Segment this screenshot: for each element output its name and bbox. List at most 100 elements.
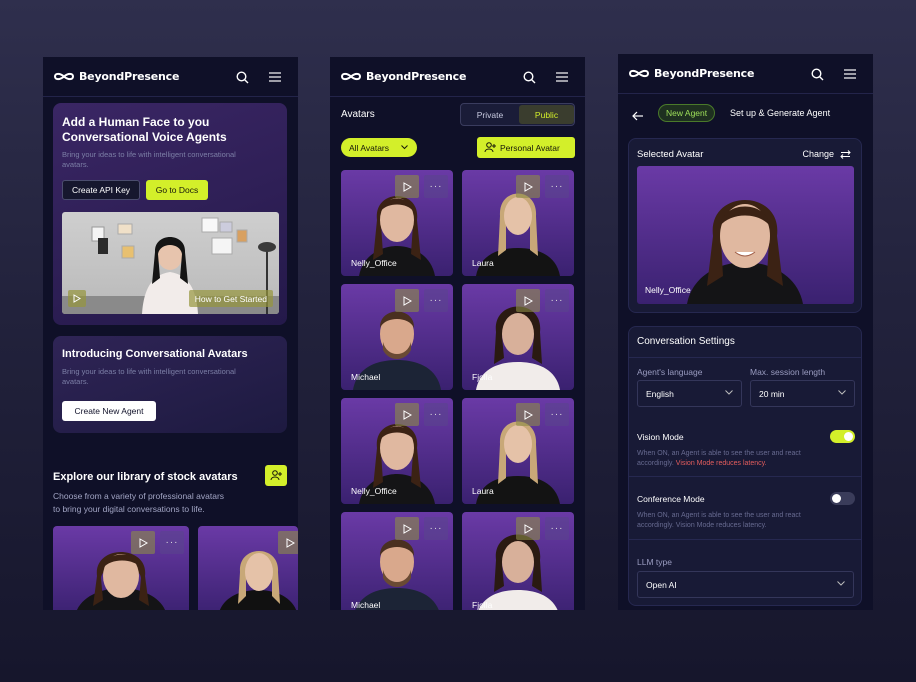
hamburger-menu-icon[interactable] <box>554 69 570 85</box>
language-select[interactable]: English <box>637 380 742 407</box>
more-dots-icon[interactable]: ··· <box>424 289 448 312</box>
all-avatars-filter[interactable]: All Avatars <box>341 138 417 157</box>
vision-mode-label: Vision Mode <box>637 432 684 442</box>
intro-sub-line2: avatars. <box>62 377 89 386</box>
search-icon[interactable] <box>521 69 537 85</box>
chevron-down-icon <box>401 145 408 150</box>
chevron-down-icon <box>837 581 845 586</box>
avatar-name: Fjolla <box>472 600 493 610</box>
conference-mode-toggle[interactable] <box>830 492 855 505</box>
play-icon[interactable] <box>68 290 86 307</box>
header: BeyondPresence <box>330 57 585 97</box>
change-avatar-button[interactable]: Change <box>802 149 851 159</box>
play-icon[interactable] <box>395 289 419 312</box>
hamburger-menu-icon[interactable] <box>842 66 858 82</box>
avatar-name: Nelly_Office <box>351 258 397 268</box>
hamburger-menu-icon[interactable] <box>267 69 283 85</box>
avatar-tile[interactable]: ··· Laura <box>462 170 574 276</box>
video-label[interactable]: How to Get Started <box>188 290 273 307</box>
agent-setup-title: Set up & Generate Agent <box>730 108 831 118</box>
explore-title: Explore our library of stock avatars <box>53 471 238 483</box>
divider <box>629 539 861 540</box>
play-icon[interactable] <box>516 289 540 312</box>
avatar-tile[interactable]: ··· Nelly_Office <box>341 170 453 276</box>
infinity-logo-icon <box>340 72 362 81</box>
stock-avatar-tile[interactable] <box>198 526 298 610</box>
avatar-tile[interactable]: ··· Michael <box>341 284 453 390</box>
play-icon[interactable] <box>516 175 540 198</box>
more-dots-icon[interactable]: ··· <box>545 403 569 426</box>
vision-desc-line2: accordingly. <box>637 460 676 467</box>
intro-title: Introducing Conversational Avatars <box>62 348 248 360</box>
personal-avatar-label: Personal Avatar <box>500 142 560 153</box>
language-label: Agent's language <box>637 367 703 377</box>
session-length-select[interactable]: 20 min <box>750 380 855 407</box>
hero-sub-line2: avatars. <box>62 160 89 169</box>
avatar-name: Michael <box>351 600 381 610</box>
more-dots-icon[interactable]: ··· <box>545 175 569 198</box>
more-dots-icon[interactable]: ··· <box>424 175 448 198</box>
avatar-name: Nelly_Office <box>351 486 397 496</box>
vision-latency-note: Vision Mode reduces latency. <box>675 460 767 467</box>
hero-sub-line1: Bring your ideas to life with intelligen… <box>62 150 236 159</box>
avatar-tile[interactable]: ··· Laura <box>462 398 574 504</box>
tab-private[interactable]: Private <box>461 104 519 125</box>
avatar-portrait <box>687 200 803 304</box>
chevron-down-icon <box>838 390 846 395</box>
avatars-screen: BeyondPresence Avatars Private Public Al… <box>330 57 585 610</box>
avatar-tile[interactable]: ··· Fjolla <box>462 284 574 390</box>
toggle-knob <box>844 432 853 441</box>
brand-logo[interactable]: BeyondPresence <box>53 70 179 83</box>
selected-avatar-card: Selected Avatar Change Nelly_Office <box>628 138 862 313</box>
selected-avatar-label: Selected Avatar <box>637 149 704 160</box>
agent-setup-screen: BeyondPresence New Agent Set up & Genera… <box>618 54 873 610</box>
add-user-icon[interactable] <box>265 465 287 486</box>
personal-avatar-button[interactable]: Personal Avatar <box>477 137 575 158</box>
create-new-agent-button[interactable]: Create New Agent <box>62 401 156 421</box>
brand-logo[interactable]: BeyondPresence <box>340 70 466 83</box>
play-icon[interactable] <box>131 531 155 554</box>
more-dots-icon[interactable]: ··· <box>424 403 448 426</box>
more-dots-icon[interactable]: ··· <box>424 517 448 540</box>
llm-type-value: Open AI <box>646 579 677 590</box>
filter-label: All Avatars <box>349 142 390 153</box>
create-api-key-button[interactable]: Create API Key <box>62 180 140 200</box>
play-icon[interactable] <box>395 517 419 540</box>
visibility-tabs: Private Public <box>460 103 575 126</box>
infinity-logo-icon <box>53 72 75 81</box>
avatar-name: Michael <box>351 372 381 382</box>
video-thumbnail[interactable]: How to Get Started <box>62 212 279 314</box>
play-icon[interactable] <box>278 531 298 554</box>
header: BeyondPresence <box>43 57 298 97</box>
play-icon[interactable] <box>395 175 419 198</box>
language-value: English <box>646 388 674 399</box>
conference-desc-line1: When ON, an Agent is able to see the use… <box>637 512 801 519</box>
vision-mode-toggle[interactable] <box>830 430 855 443</box>
brand-logo[interactable]: BeyondPresence <box>628 67 754 80</box>
more-dots-icon[interactable]: ··· <box>545 289 569 312</box>
avatar-tile[interactable]: ··· Nelly_Office <box>341 398 453 504</box>
stock-avatar-tile[interactable]: ··· <box>53 526 189 610</box>
play-icon[interactable] <box>516 517 540 540</box>
conference-mode-label: Conference Mode <box>637 494 705 504</box>
more-dots-icon[interactable]: ··· <box>160 531 184 554</box>
session-length-value: 20 min <box>759 388 785 399</box>
hero-title-line2: Conversational Voice Agents <box>62 130 227 144</box>
hero-card: Add a Human Face to you Conversational V… <box>53 103 287 325</box>
explore-sub-line1: Choose from a variety of professional av… <box>53 491 225 501</box>
avatar-tile[interactable]: ··· Fjolla <box>462 512 574 610</box>
infinity-logo-icon <box>628 69 650 78</box>
llm-type-select[interactable]: Open AI <box>637 571 854 598</box>
swap-icon <box>840 149 851 159</box>
play-icon[interactable] <box>516 403 540 426</box>
tab-public[interactable]: Public <box>519 105 574 124</box>
more-dots-icon[interactable]: ··· <box>545 517 569 540</box>
avatar-tile[interactable]: ··· Michael <box>341 512 453 610</box>
search-icon[interactable] <box>809 66 825 82</box>
search-icon[interactable] <box>234 69 250 85</box>
change-label: Change <box>802 149 834 159</box>
explore-sub-line2: to bring your digital conversations to l… <box>53 504 205 514</box>
go-to-docs-button[interactable]: Go to Docs <box>146 180 208 200</box>
play-icon[interactable] <box>395 403 419 426</box>
arrow-left-icon[interactable] <box>632 108 644 126</box>
